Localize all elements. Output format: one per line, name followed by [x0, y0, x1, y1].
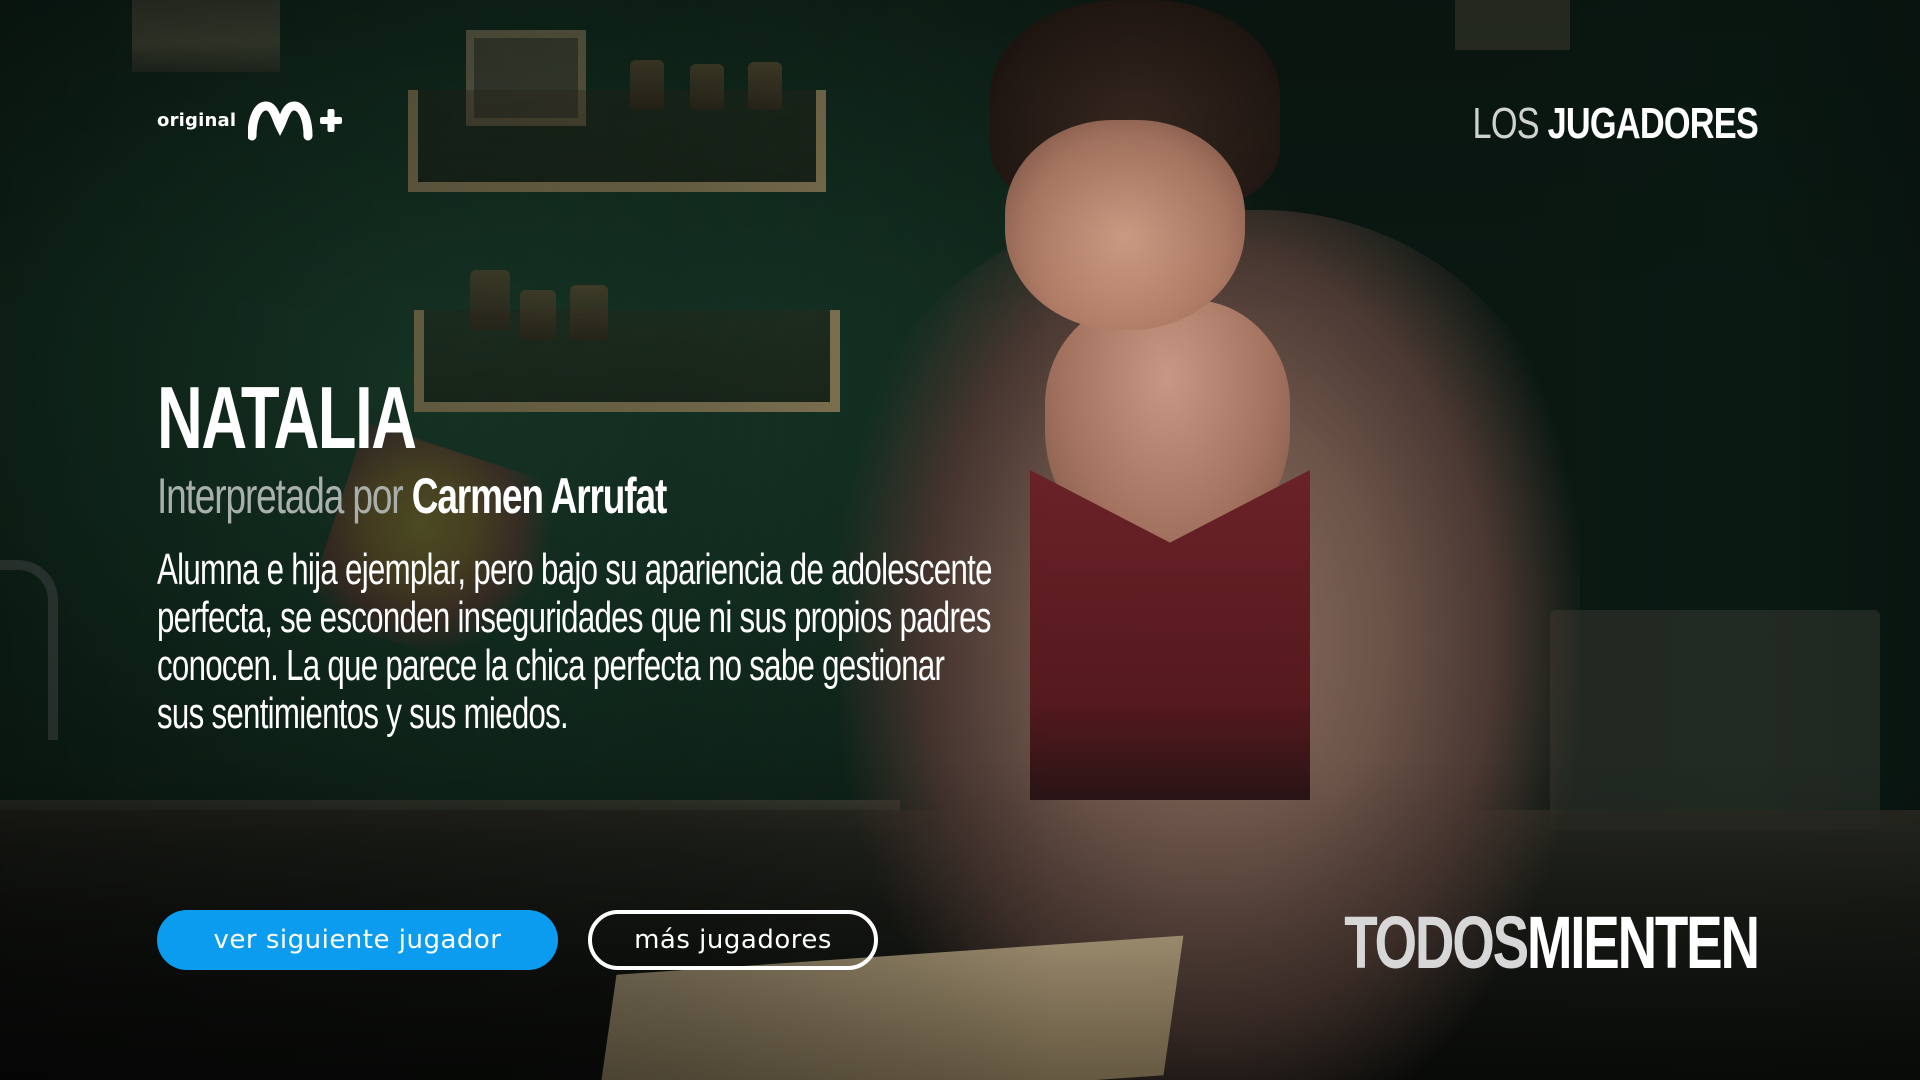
- movistar-plus-logo-icon: [248, 101, 343, 141]
- section-title-bold: JUGADORES: [1547, 99, 1759, 148]
- next-player-button[interactable]: ver siguiente jugador: [157, 910, 558, 970]
- section-title: LOS JUGADORES: [1472, 96, 1759, 152]
- background-photo: original LOS JUGADORES NATALIA Interpret…: [0, 0, 1920, 1080]
- played-by-line: Interpretada por Carmen Arrufat: [157, 466, 668, 526]
- section-title-light: LOS: [1472, 99, 1540, 148]
- actor-name: Carmen Arrufat: [411, 468, 668, 524]
- character-description: Alumna e hija ejemplar, pero bajo su apa…: [157, 545, 992, 738]
- more-players-button[interactable]: más jugadores: [588, 910, 878, 970]
- show-title-part1: TODOS: [1344, 901, 1529, 984]
- played-by-label: Interpretada por: [157, 468, 404, 524]
- show-title-part2: MIENTEN: [1527, 901, 1760, 984]
- brand-original-label: original: [157, 109, 237, 131]
- character-name: NATALIA: [157, 368, 417, 467]
- show-title-logo: TODOSMIENTEN: [1344, 905, 1760, 981]
- brand-logo-group[interactable]: original: [157, 96, 344, 144]
